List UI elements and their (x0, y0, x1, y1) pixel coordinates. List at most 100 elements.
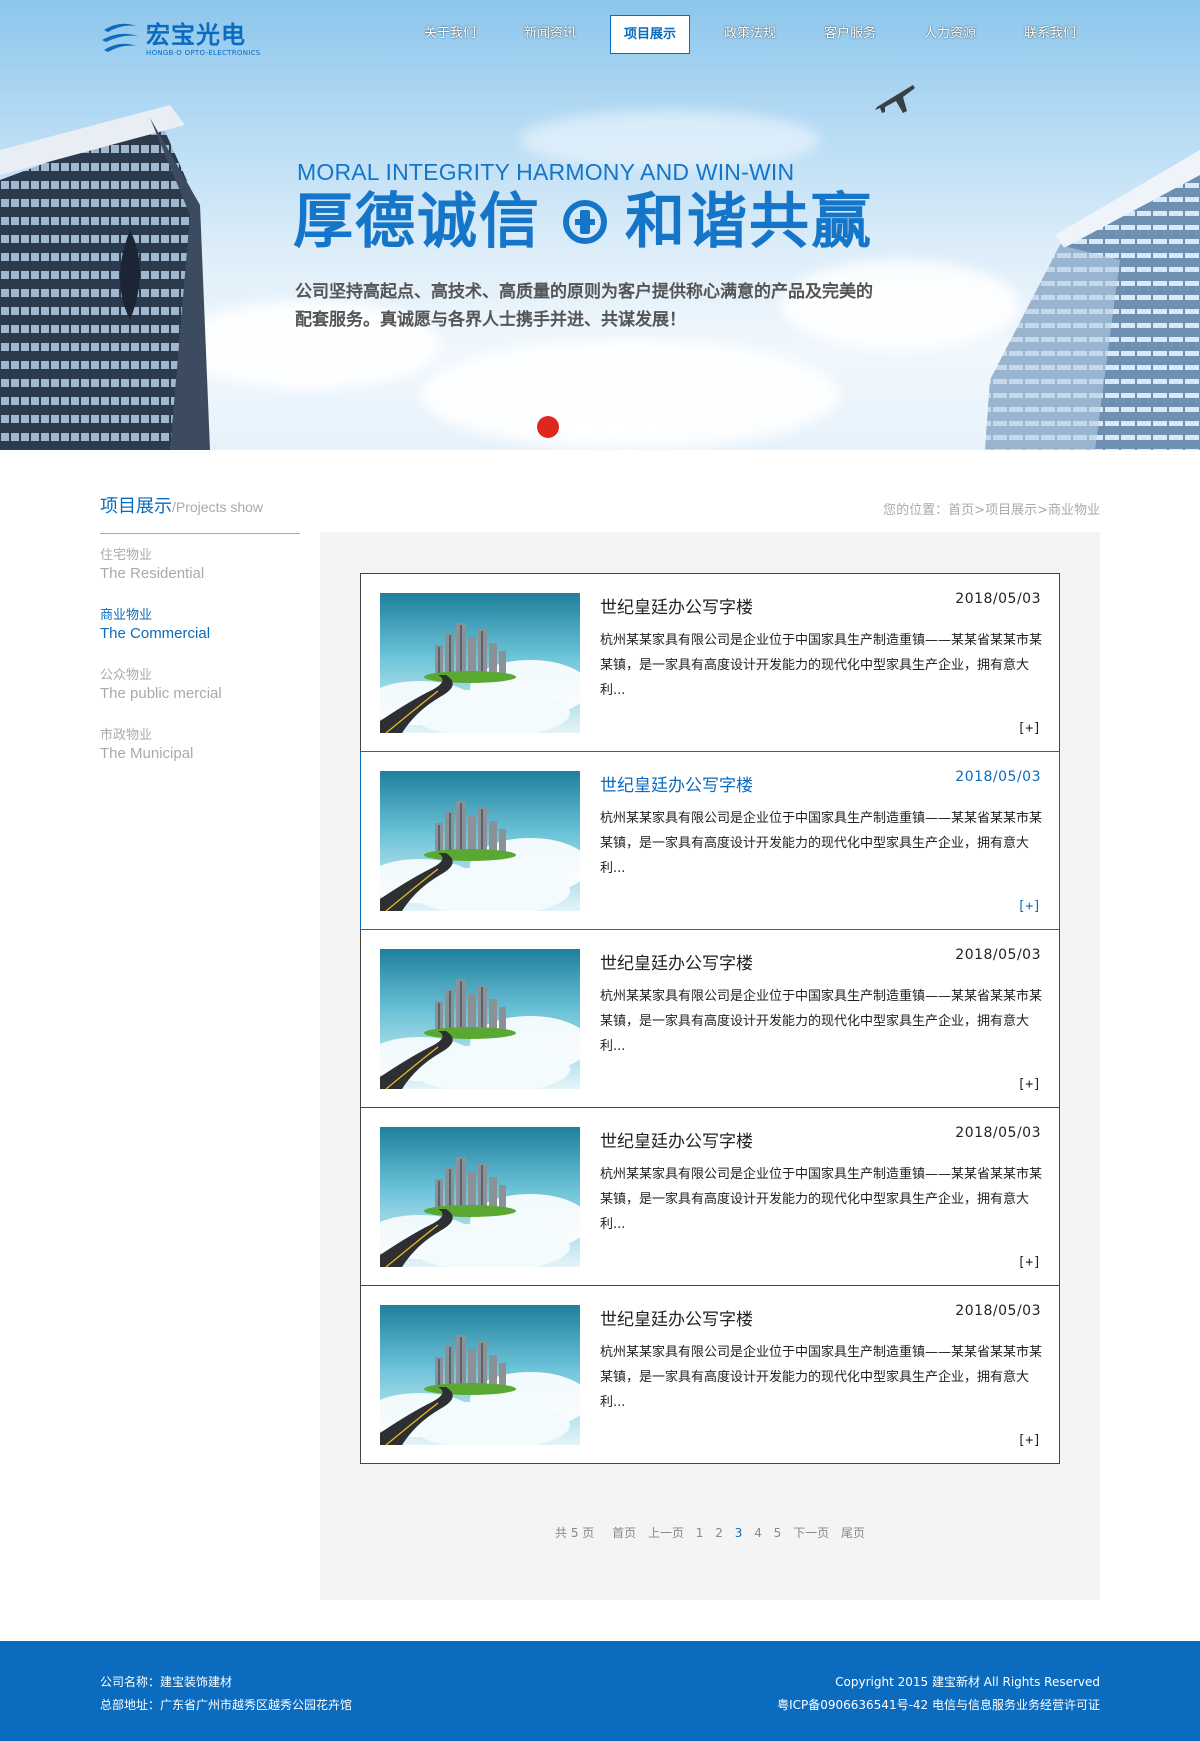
project-thumbnail[interactable] (380, 771, 580, 911)
project-thumbnail[interactable] (380, 593, 580, 733)
pagination: 共 5 页 首页 上一页 1 2 3 4 5 下一页 尾页 (320, 1524, 1100, 1541)
project-card[interactable]: 世纪皇廷办公写字楼 2018/05/03 杭州某某家具有限公司是企业位于中国家具… (360, 751, 1060, 930)
sidebar-header: 项目展示/Projects show (100, 492, 300, 534)
emblem-icon (563, 200, 607, 244)
sidebar-item-label-cn: 公众物业 (100, 668, 153, 683)
airplane-icon (875, 85, 915, 113)
project-title[interactable]: 世纪皇廷办公写字楼 (600, 1127, 753, 1152)
project-description: 杭州某某家具有限公司是企业位于中国家具生产制造重镇——某某省某某市某某镇，是一家… (600, 1167, 1043, 1232)
hero-banner: 宏宝光电 HONGB·O OPTO-ELECTRONICS 关于我们 新闻资讯 … (0, 0, 1200, 450)
project-title[interactable]: 世纪皇廷办公写字楼 (600, 1305, 753, 1330)
project-date: 2018/05/03 (955, 1125, 1041, 1141)
sidebar-item-label-cn: 商业物业 (100, 608, 153, 623)
logo-mark-icon (102, 23, 138, 52)
slide-indicators (537, 416, 677, 438)
breadcrumb-separator: > (974, 503, 986, 518)
breadcrumb-separator: > (1037, 503, 1048, 518)
main-menu: 关于我们 新闻资讯 项目展示 政策法规 客户服务 人力资源 联系我们 (400, 15, 1100, 54)
project-more-link[interactable]: [+] (1018, 899, 1041, 914)
nav-projects[interactable]: 项目展示 (610, 15, 690, 54)
project-list: 世纪皇廷办公写字楼 2018/05/03 杭州某某家具有限公司是企业位于中国家具… (360, 573, 1060, 1464)
project-thumbnail[interactable] (380, 1305, 580, 1445)
sidebar-item-label-en: The public mercial (100, 685, 222, 702)
city-road-image (380, 771, 580, 911)
logo-english-text: HONGB·O OPTO-ELECTRONICS (146, 48, 261, 57)
sidebar-subtitle: /Projects show (172, 499, 264, 515)
project-card[interactable]: 世纪皇廷办公写字楼 2018/05/03 杭州某某家具有限公司是企业位于中国家具… (360, 1285, 1060, 1464)
project-list-panel: 世纪皇廷办公写字楼 2018/05/03 杭州某某家具有限公司是企业位于中国家具… (320, 532, 1100, 1600)
project-more-link[interactable]: [+] (1018, 1433, 1041, 1448)
slide-dot-2[interactable] (572, 416, 594, 438)
project-title[interactable]: 世纪皇廷办公写字楼 (600, 771, 753, 796)
project-more-link[interactable]: [+] (1018, 1077, 1041, 1092)
project-more-link[interactable]: [+] (1018, 721, 1041, 736)
slide-dot-3[interactable] (607, 416, 629, 438)
page-first-link[interactable]: 首页 (612, 1526, 636, 1540)
city-road-image (380, 1305, 580, 1445)
city-road-image (380, 949, 580, 1089)
footer-legal: Copyright 2015 建宝新材 All Rights Reserved … (777, 1671, 1100, 1717)
sidebar-item-label-en: The Commercial (100, 625, 211, 642)
page-number-link[interactable]: 1 (696, 1526, 704, 1540)
breadcrumb-section-link[interactable]: 项目展示 (985, 503, 1037, 518)
breadcrumb: 您的位置：首页>项目展示>商业物业 (883, 499, 1100, 518)
logo-chinese-text: 宏宝光电 (146, 20, 246, 49)
project-card[interactable]: 世纪皇廷办公写字楼 2018/05/03 杭州某某家具有限公司是企业位于中国家具… (360, 929, 1060, 1108)
slide-dot-4[interactable] (642, 416, 664, 438)
sidebar-item-public[interactable]: 公众物业 The public mercial (100, 667, 300, 703)
footer-company-info: 公司名称：建宝装饰建材 总部地址：广东省广州市越秀区越秀公园花卉馆 (100, 1671, 352, 1717)
project-thumbnail[interactable] (380, 1127, 580, 1267)
footer: 公司名称：建宝装饰建材 总部地址：广东省广州市越秀区越秀公园花卉馆 Copyri… (0, 1641, 1200, 1741)
sidebar-item-commercial[interactable]: 商业物业 The Commercial (100, 607, 300, 643)
sidebar-item-label-en: The Municipal (100, 745, 194, 762)
banner-slogan-chinese: 厚德诚信 和谐共赢 (293, 186, 873, 258)
page-number-link[interactable]: 2 (715, 1526, 723, 1540)
project-more-link[interactable]: [+] (1018, 1255, 1041, 1270)
nav-policies[interactable]: 政策法规 (700, 15, 800, 54)
page-number-link[interactable]: 5 (774, 1526, 782, 1540)
page-number-link[interactable]: 4 (754, 1526, 762, 1540)
project-title[interactable]: 世纪皇廷办公写字楼 (600, 949, 753, 974)
project-description: 杭州某某家具有限公司是企业位于中国家具生产制造重镇——某某省某某市某某镇，是一家… (600, 633, 1043, 698)
sidebar-item-label-en: The Residential (100, 565, 205, 582)
page-prev-link[interactable]: 上一页 (648, 1526, 684, 1540)
project-thumbnail[interactable] (380, 949, 580, 1089)
sidebar-item-residential[interactable]: 住宅物业 The Residential (100, 547, 300, 583)
page-next-link[interactable]: 下一页 (793, 1526, 829, 1540)
slide-dot-1[interactable] (537, 416, 559, 438)
nav-news[interactable]: 新闻资讯 (500, 15, 600, 54)
nav-human-resources[interactable]: 人力资源 (900, 15, 1000, 54)
project-description: 杭州某某家具有限公司是企业位于中国家具生产制造重镇——某某省某某市某某镇，是一家… (600, 1345, 1043, 1410)
nav-contact[interactable]: 联系我们 (1000, 15, 1100, 54)
city-road-image (380, 593, 580, 733)
nav-about[interactable]: 关于我们 (400, 15, 500, 54)
project-date: 2018/05/03 (955, 1303, 1041, 1319)
project-date: 2018/05/03 (955, 947, 1041, 963)
footer-address: 总部地址：广东省广州市越秀区越秀公园花卉馆 (100, 1698, 353, 1712)
sidebar-title: 项目展示 (100, 496, 172, 517)
sidebar-item-label-cn: 住宅物业 (100, 548, 153, 563)
footer-copyright: Copyright 2015 建宝新材 All Rights Reserved (835, 1675, 1100, 1689)
banner-description-line: 公司坚持高起点、高技术、高质量的原则为客户提供称心满意的产品及完美的 (295, 282, 873, 302)
nav-customer-service[interactable]: 客户服务 (800, 15, 900, 54)
project-card[interactable]: 世纪皇廷办公写字楼 2018/05/03 杭州某某家具有限公司是企业位于中国家具… (360, 1107, 1060, 1286)
banner-description: 公司坚持高起点、高技术、高质量的原则为客户提供称心满意的产品及完美的 配套服务。… (295, 278, 935, 334)
page-last-link[interactable]: 尾页 (841, 1526, 865, 1540)
project-description: 杭州某某家具有限公司是企业位于中国家具生产制造重镇——某某省某某市某某镇，是一家… (600, 989, 1043, 1054)
banner-description-line: 配套服务。真诚愿与各界人士携手并进、共谋发展！ (295, 310, 686, 330)
sidebar-item-municipal[interactable]: 市政物业 The Municipal (100, 727, 300, 763)
breadcrumb-home-link[interactable]: 首页 (948, 503, 974, 518)
project-card[interactable]: 世纪皇廷办公写字楼 2018/05/03 杭州某某家具有限公司是企业位于中国家具… (360, 573, 1060, 752)
project-date: 2018/05/03 (955, 769, 1041, 785)
top-navigation-bar: 宏宝光电 HONGB·O OPTO-ELECTRONICS 关于我们 新闻资讯 … (0, 0, 1200, 70)
project-title[interactable]: 世纪皇廷办公写字楼 (600, 593, 753, 618)
breadcrumb-prefix: 您的位置： (883, 503, 949, 518)
page-number-current[interactable]: 3 (735, 1526, 743, 1540)
footer-icp: 粤ICP备0906636541号-42 电信与信息服务业务经营许可证 (777, 1698, 1100, 1712)
project-description: 杭州某某家具有限公司是企业位于中国家具生产制造重镇——某某省某某市某某镇，是一家… (600, 811, 1043, 876)
footer-company-name: 公司名称：建宝装饰建材 (100, 1675, 233, 1689)
slogan-left-text: 厚德诚信 (293, 187, 541, 257)
company-logo[interactable]: 宏宝光电 HONGB·O OPTO-ELECTRONICS (100, 18, 261, 60)
breadcrumb-current[interactable]: 商业物业 (1048, 503, 1100, 518)
banner-slogan-english: MORAL INTEGRITY HARMONY AND WIN-WIN (297, 159, 795, 185)
